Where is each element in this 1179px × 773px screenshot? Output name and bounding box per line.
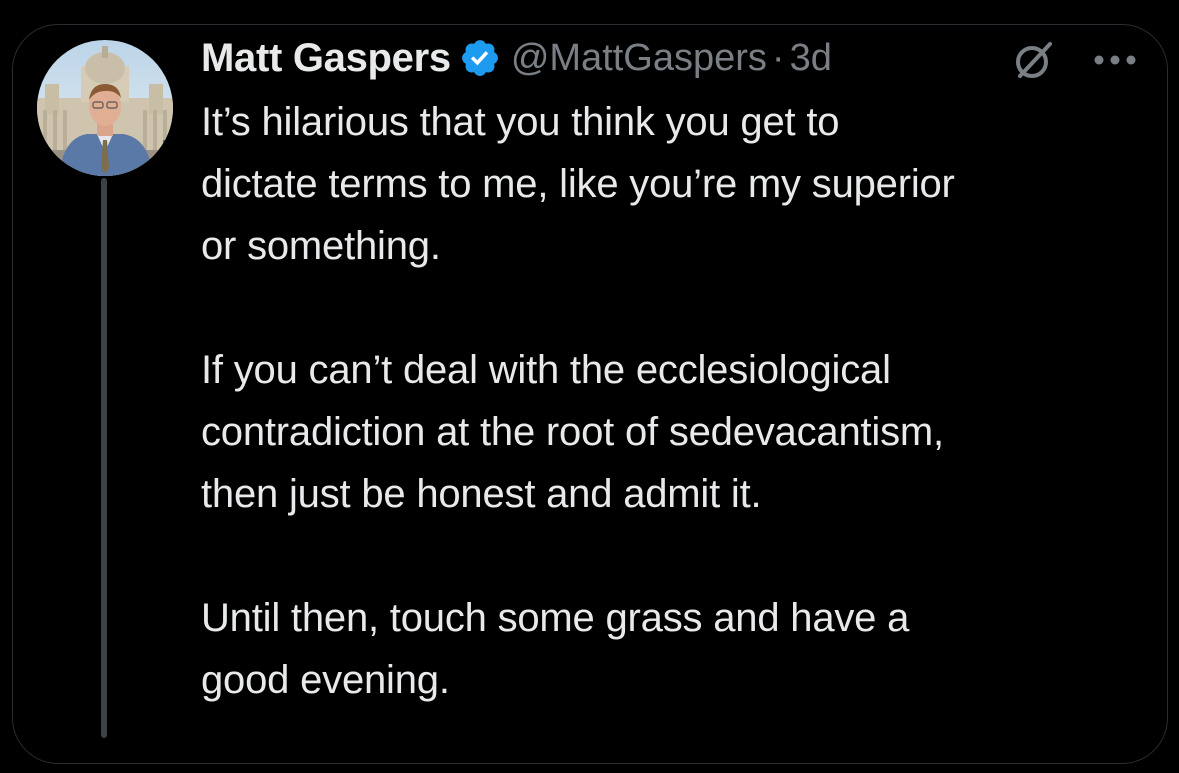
grok-icon[interactable] <box>1010 36 1058 84</box>
tweet-paragraph: Until then, touch some grass and have a … <box>201 596 910 702</box>
profile-photo <box>37 40 173 176</box>
timestamp[interactable]: 3d <box>790 37 832 80</box>
tweet-paragraph: It’s hilarious that you think you get to… <box>201 100 955 268</box>
verified-badge-icon[interactable] <box>459 37 501 79</box>
thread-connector-line <box>101 178 107 738</box>
tweet-text: It’s hilarious that you think you get to… <box>201 91 1141 773</box>
header-separator: · <box>771 36 785 79</box>
display-name[interactable]: Matt Gaspers <box>201 36 451 81</box>
tweet-header: Matt Gaspers @MattGaspers · 3d <box>201 30 832 86</box>
avatar[interactable] <box>37 40 173 176</box>
more-horizontal-icon[interactable] <box>1090 52 1140 68</box>
user-handle[interactable]: @MattGaspers <box>511 37 767 80</box>
tweet-paragraph: If you can’t deal with the ecclesiologic… <box>201 348 944 516</box>
